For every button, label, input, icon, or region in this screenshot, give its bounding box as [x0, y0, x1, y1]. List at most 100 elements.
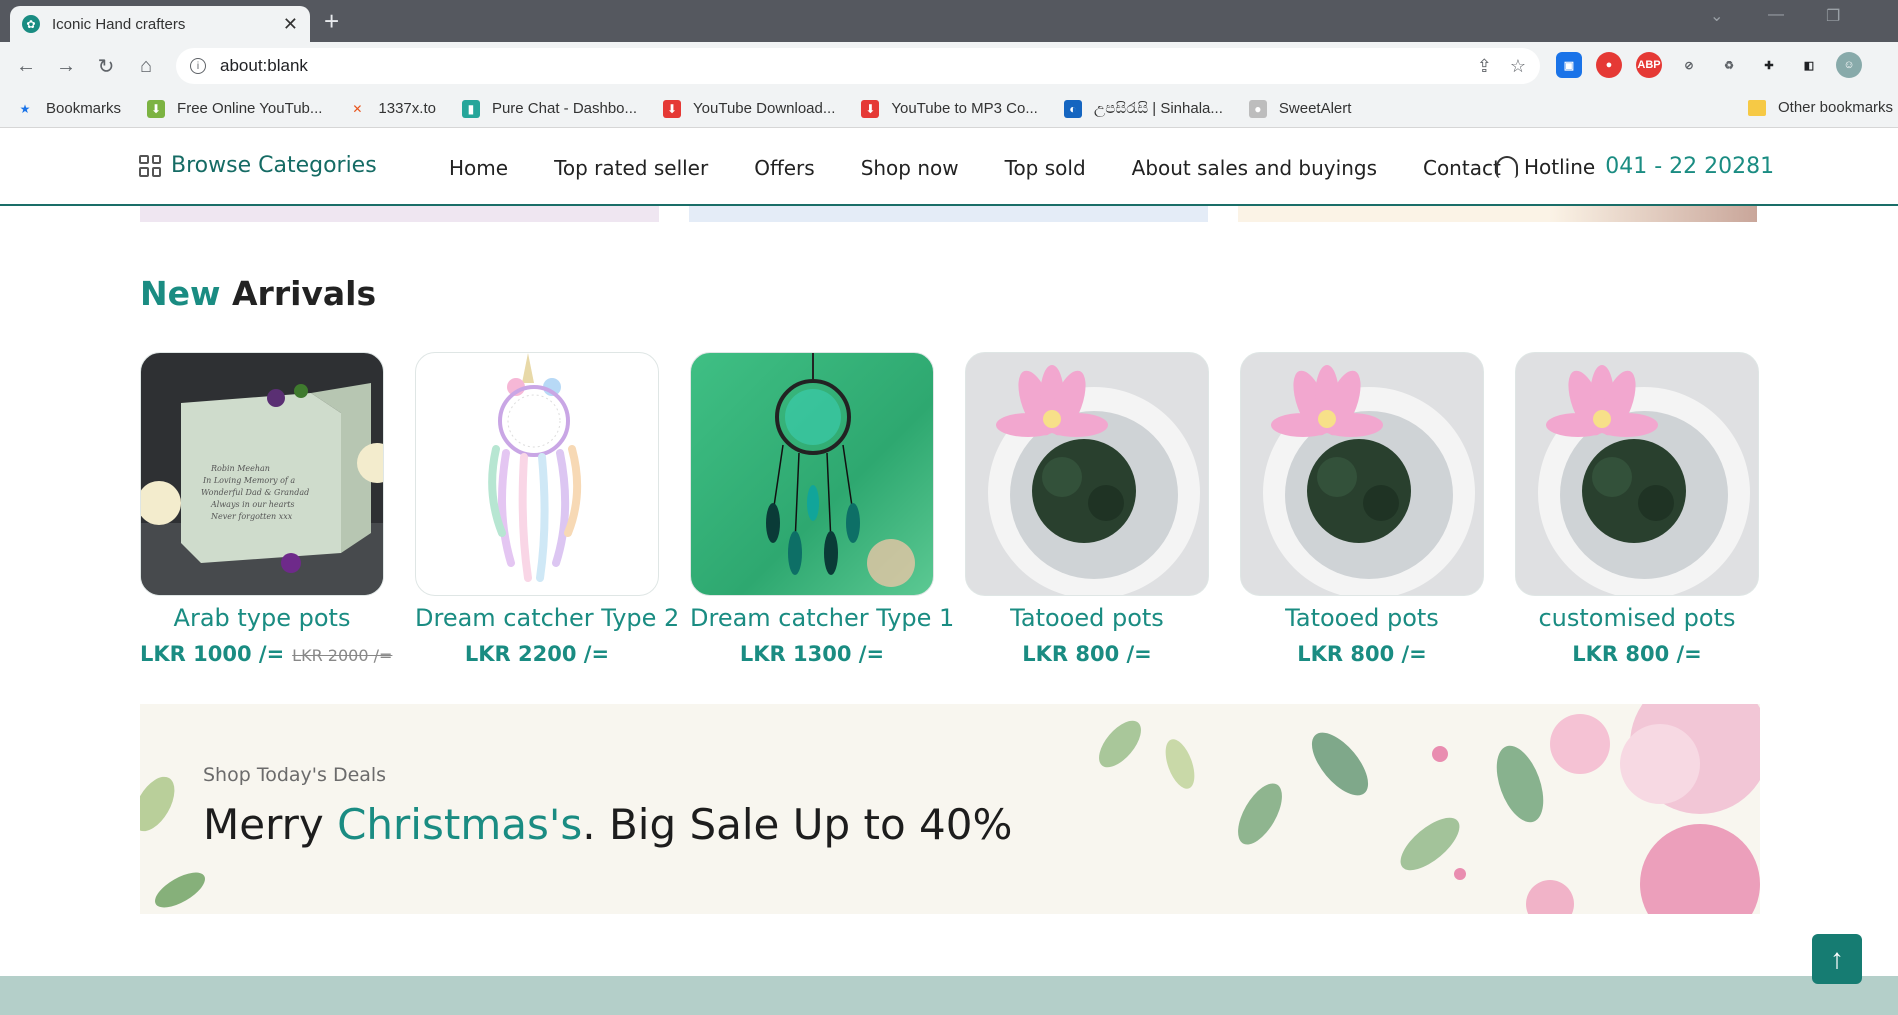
browse-categories-button[interactable]: Browse Categories — [139, 153, 377, 178]
product-card[interactable]: Tatooed pots LKR 800 /= — [1240, 352, 1484, 666]
nav-shop-now[interactable]: Shop now — [861, 156, 959, 180]
product-price: LKR 800 /= — [965, 642, 1209, 666]
forward-icon[interactable]: → — [52, 55, 80, 78]
minimize-icon[interactable]: — — [1768, 6, 1784, 24]
other-bookmarks-label: Other bookmarks — [1778, 99, 1894, 116]
headline-part-a: Merry — [203, 800, 338, 849]
bookmark-item[interactable]: ⬇ Free Online YouTub... — [147, 99, 323, 118]
browse-categories-label: Browse Categories — [171, 153, 377, 178]
product-name[interactable]: customised pots — [1515, 604, 1759, 632]
product-name[interactable]: Dream catcher Type 1 — [690, 604, 954, 632]
svg-text:In Loving Memory of a: In Loving Memory of a — [202, 476, 295, 485]
download-icon: ⬇ — [861, 99, 880, 118]
bookmark-label: Free Online YouTub... — [177, 100, 323, 117]
extension-4-icon[interactable]: ⊘ — [1676, 52, 1702, 78]
promo-banner-2[interactable] — [689, 206, 1208, 222]
bookmark-item[interactable]: ▮ Pure Chat - Dashbo... — [461, 99, 638, 118]
restore-icon[interactable]: ❐ — [1826, 6, 1840, 26]
new-tab-icon[interactable]: + — [324, 8, 339, 34]
product-image-tatooed-pot[interactable] — [1240, 352, 1484, 596]
site-info-icon[interactable]: i — [190, 58, 206, 74]
promo-banner-3[interactable] — [1238, 206, 1757, 222]
nav-about-sales[interactable]: About sales and buyings — [1132, 156, 1377, 180]
bookmark-item[interactable]: ● SweetAlert — [1248, 99, 1352, 118]
bookmark-item[interactable]: ◐ උපසිරැසි | Sinhala... — [1063, 99, 1223, 118]
product-price: LKR 2200 /= — [415, 642, 659, 666]
bookmarks-bar: ★ Bookmarks ⬇ Free Online YouTub... ✕ 1337x.t… — [0, 90, 1898, 128]
profile-avatar[interactable]: ☺ — [1836, 52, 1862, 78]
nav-top-rated-seller[interactable]: Top rated seller — [554, 156, 708, 180]
address-bar[interactable]: i about:blank ⇪ ☆ — [176, 48, 1540, 84]
headset-icon — [1496, 155, 1518, 178]
nav-contact[interactable]: Contact — [1423, 156, 1501, 180]
product-image-tatooed-pot[interactable] — [965, 352, 1209, 596]
product-name[interactable]: Tatooed pots — [965, 604, 1209, 632]
share-icon[interactable]: ⇪ — [1477, 56, 1492, 77]
product-card[interactable]: Tatooed pots LKR 800 /= — [965, 352, 1209, 666]
main-nav: Home Top rated seller Offers Shop now To… — [449, 156, 1501, 180]
footer-band — [0, 976, 1898, 1015]
browser-tab[interactable]: ✿ Iconic Hand crafters ✕ — [10, 6, 310, 42]
globe-icon: ● — [1248, 99, 1267, 118]
home-icon[interactable]: ⌂ — [132, 55, 160, 78]
close-tab-icon[interactable]: ✕ — [283, 14, 298, 35]
product-image-dreamcatcher-2[interactable] — [415, 352, 659, 596]
bookmark-label: SweetAlert — [1278, 100, 1352, 117]
extensions-puzzle-icon[interactable]: ✚ — [1756, 52, 1782, 78]
headline-accent: Christmas's — [337, 800, 583, 849]
reload-icon[interactable]: ↻ — [92, 54, 120, 79]
arrow-up-icon: ↑ — [1830, 943, 1844, 974]
section-title-accent: New — [140, 274, 221, 313]
product-grid: Robin Meehan In Loving Memory of a Wonde… — [140, 352, 1759, 666]
bookmark-star-icon[interactable]: ☆ — [1510, 56, 1526, 77]
product-card[interactable]: Robin Meehan In Loving Memory of a Wonde… — [140, 352, 392, 666]
x-icon: ✕ — [352, 101, 363, 116]
other-bookmarks[interactable]: Other bookmarks — [1748, 99, 1893, 116]
product-card[interactable]: Dream catcher Type 1 LKR 1300 /= — [690, 352, 954, 666]
deals-banner[interactable]: Shop Today's Deals Merry Christmas's. Bi… — [140, 704, 1760, 914]
nav-offers[interactable]: Offers — [754, 156, 814, 180]
site-header: Browse Categories Home Top rated seller … — [0, 129, 1898, 206]
url-text: about:blank — [220, 56, 308, 75]
tab-search-icon[interactable]: ⌄ — [1710, 6, 1723, 26]
bookmark-label: උපසිරැසි | Sinhala... — [1093, 100, 1223, 117]
product-price: LKR 800 /= — [1515, 642, 1759, 666]
product-card[interactable]: customised pots LKR 800 /= — [1515, 352, 1759, 666]
extension-1-icon[interactable]: ▣ — [1556, 52, 1582, 78]
side-panel-icon[interactable]: ◧ — [1796, 52, 1822, 78]
svg-text:Wonderful Dad & Grandad: Wonderful Dad & Grandad — [201, 488, 309, 497]
nav-top-sold[interactable]: Top sold — [1005, 156, 1086, 180]
bookmark-label: YouTube to MP3 Co... — [891, 100, 1038, 117]
product-name[interactable]: Tatooed pots — [1240, 604, 1484, 632]
adblock-icon[interactable]: ABP — [1636, 52, 1662, 78]
deals-headline: Merry Christmas's. Big Sale Up to 40% — [203, 800, 1012, 849]
extension-2-icon[interactable]: ● — [1596, 52, 1622, 78]
bookmark-label: Pure Chat - Dashbo... — [491, 100, 638, 117]
scroll-to-top-button[interactable]: ↑ — [1812, 934, 1862, 984]
bookmark-item[interactable]: ✕ 1337x.to — [348, 100, 436, 118]
product-card[interactable]: Dream catcher Type 2 LKR 2200 /= — [415, 352, 679, 666]
bookmark-label: 1337x.to — [378, 100, 436, 117]
folder-icon — [1748, 99, 1766, 116]
bookmark-label: YouTube Download... — [693, 100, 836, 117]
extension-5-icon[interactable]: ♻ — [1716, 52, 1742, 78]
current-price: LKR 800 /= — [1022, 642, 1152, 666]
current-price: LKR 2200 /= — [464, 642, 610, 666]
product-price: LKR 1300 /= — [690, 642, 934, 666]
hotline-number[interactable]: 041 - 22 20281 — [1605, 154, 1774, 179]
section-title: New Arrivals — [140, 274, 376, 313]
tab-title: Iconic Hand crafters — [52, 15, 186, 33]
chat-icon: ▮ — [461, 99, 480, 118]
bookmark-item[interactable]: ⬇ YouTube Download... — [663, 99, 836, 118]
bookmark-item[interactable]: ★ Bookmarks — [16, 100, 121, 118]
extensions-area: ▣ ● ABP ⊘ ♻ ✚ ◧ ☺ — [1556, 52, 1862, 78]
product-image-arab-pot[interactable]: Robin Meehan In Loving Memory of a Wonde… — [140, 352, 384, 596]
back-icon[interactable]: ← — [12, 55, 40, 78]
product-image-dreamcatcher-1[interactable] — [690, 352, 934, 596]
product-name[interactable]: Dream catcher Type 2 — [415, 604, 679, 632]
promo-banner-1[interactable] — [140, 206, 659, 222]
product-image-customised-pot[interactable] — [1515, 352, 1759, 596]
bookmark-item[interactable]: ⬇ YouTube to MP3 Co... — [861, 99, 1038, 118]
nav-home[interactable]: Home — [449, 156, 508, 180]
product-name[interactable]: Arab type pots — [140, 604, 384, 632]
